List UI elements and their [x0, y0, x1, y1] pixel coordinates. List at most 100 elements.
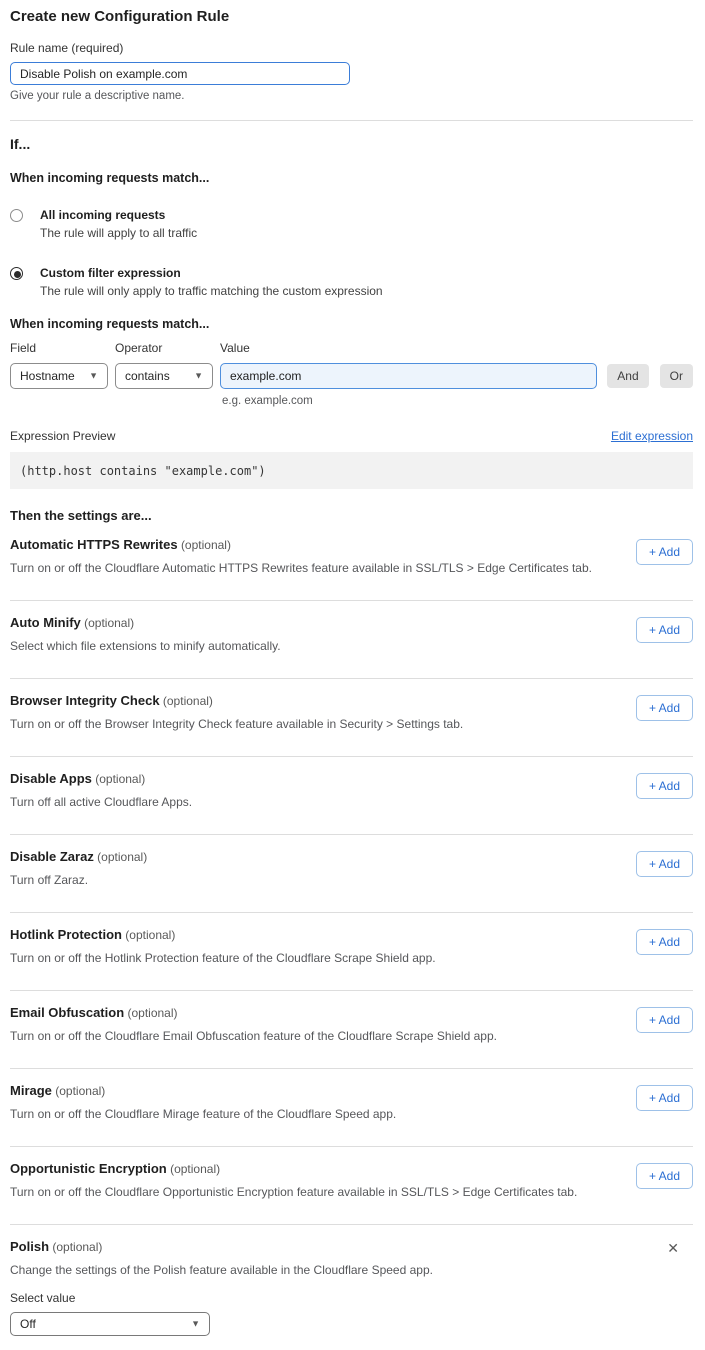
add-button[interactable]: + Add — [636, 851, 693, 877]
setting-optional-tag: (optional) — [84, 616, 134, 630]
setting-title-line: Opportunistic Encryption (optional) — [10, 1161, 693, 1176]
expression-preview-code: (http.host contains "example.com") — [10, 452, 693, 489]
setting-optional-tag: (optional) — [127, 1006, 177, 1020]
rule-name-input[interactable] — [10, 62, 350, 85]
setting-title-line: Browser Integrity Check (optional) — [10, 693, 693, 708]
and-button[interactable]: And — [607, 364, 648, 388]
setting-row: Opportunistic Encryption (optional) Turn… — [10, 1147, 693, 1225]
setting-optional-tag: (optional) — [170, 1162, 220, 1176]
setting-description: Turn on or off the Cloudflare Opportunis… — [10, 1185, 693, 1199]
add-button[interactable]: + Add — [636, 695, 693, 721]
value-label: Value — [220, 341, 597, 355]
setting-row: Disable Zaraz (optional) Turn off Zaraz.… — [10, 835, 693, 913]
setting-optional-tag: (optional) — [125, 928, 175, 942]
add-button[interactable]: + Add — [636, 1085, 693, 1111]
setting-description: Turn on or off the Cloudflare Mirage fea… — [10, 1107, 693, 1121]
setting-optional-tag: (optional) — [163, 694, 213, 708]
operator-label: Operator — [115, 341, 213, 355]
or-button[interactable]: Or — [660, 364, 693, 388]
radio-label: All incoming requests — [40, 208, 197, 222]
setting-title: Automatic HTTPS Rewrites — [10, 537, 178, 552]
value-help-text: e.g. example.com — [222, 395, 693, 407]
setting-optional-tag: (optional) — [97, 850, 147, 864]
operator-select[interactable]: contains ▼ — [115, 363, 213, 389]
setting-title: Disable Zaraz — [10, 849, 94, 864]
edit-expression-link[interactable]: Edit expression — [611, 429, 693, 443]
field-label: Field — [10, 341, 108, 355]
setting-description: Change the settings of the Polish featur… — [10, 1263, 693, 1277]
setting-title: Mirage — [10, 1083, 52, 1098]
setting-optional-tag: (optional) — [95, 772, 145, 786]
setting-title-line: Email Obfuscation (optional) — [10, 1005, 693, 1020]
setting-title: Email Obfuscation — [10, 1005, 124, 1020]
setting-title: Opportunistic Encryption — [10, 1161, 167, 1176]
select-value-label: Select value — [10, 1291, 693, 1305]
setting-description: Turn on or off the Cloudflare Automatic … — [10, 561, 693, 575]
chevron-down-icon: ▼ — [194, 370, 203, 380]
expression-preview-label: Expression Preview — [10, 429, 115, 443]
setting-description: Turn on or off the Cloudflare Email Obfu… — [10, 1029, 693, 1043]
then-settings-heading: Then the settings are... — [10, 508, 693, 523]
setting-title: Auto Minify — [10, 615, 81, 630]
if-heading: If... — [10, 136, 693, 152]
setting-title-line: Disable Apps (optional) — [10, 771, 693, 786]
field-select-value: Hostname — [20, 369, 75, 383]
close-icon[interactable]: ✕ — [667, 1241, 679, 1255]
incoming-requests-match-label: When incoming requests match... — [10, 171, 693, 185]
radio-all-incoming-requests[interactable]: All incoming requests The rule will appl… — [10, 208, 693, 240]
add-button[interactable]: + Add — [636, 539, 693, 565]
polish-select-value: Off — [20, 1317, 36, 1331]
setting-description: Select which file extensions to minify a… — [10, 639, 693, 653]
setting-optional-tag: (optional) — [181, 538, 231, 552]
expression-builder-match-label: When incoming requests match... — [10, 317, 693, 331]
section-divider — [10, 120, 693, 121]
setting-title: Hotlink Protection — [10, 927, 122, 942]
setting-title-line: Polish (optional) — [10, 1239, 693, 1254]
radio-label: Custom filter expression — [40, 266, 383, 280]
setting-title: Polish — [10, 1239, 49, 1254]
setting-title-line: Disable Zaraz (optional) — [10, 849, 693, 864]
setting-row: Automatic HTTPS Rewrites (optional) Turn… — [10, 523, 693, 601]
setting-row: Hotlink Protection (optional) Turn on or… — [10, 913, 693, 991]
radio-custom-filter-expression[interactable]: Custom filter expression The rule will o… — [10, 266, 693, 298]
chevron-down-icon: ▼ — [89, 370, 98, 380]
setting-title: Disable Apps — [10, 771, 92, 786]
operator-select-value: contains — [125, 369, 170, 383]
expression-builder-row: Field Hostname ▼ Operator contains ▼ Val… — [10, 341, 693, 389]
field-select[interactable]: Hostname ▼ — [10, 363, 108, 389]
setting-row: Browser Integrity Check (optional) Turn … — [10, 679, 693, 757]
setting-row: Disable Apps (optional) Turn off all act… — [10, 757, 693, 835]
setting-optional-tag: (optional) — [52, 1240, 102, 1254]
setting-title: Browser Integrity Check — [10, 693, 160, 708]
setting-title-line: Mirage (optional) — [10, 1083, 693, 1098]
setting-row: Mirage (optional) Turn on or off the Clo… — [10, 1069, 693, 1147]
radio-description: The rule will apply to all traffic — [40, 226, 197, 240]
setting-optional-tag: (optional) — [55, 1084, 105, 1098]
setting-row: Email Obfuscation (optional) Turn on or … — [10, 991, 693, 1069]
setting-title-line: Auto Minify (optional) — [10, 615, 693, 630]
setting-description: Turn off all active Cloudflare Apps. — [10, 795, 693, 809]
add-button[interactable]: + Add — [636, 773, 693, 799]
setting-description: Turn on or off the Hotlink Protection fe… — [10, 951, 693, 965]
setting-title-line: Automatic HTTPS Rewrites (optional) — [10, 537, 693, 552]
add-button[interactable]: + Add — [636, 929, 693, 955]
page-title: Create new Configuration Rule — [10, 8, 693, 25]
add-button[interactable]: + Add — [636, 617, 693, 643]
settings-list: Automatic HTTPS Rewrites (optional) Turn… — [10, 523, 693, 1225]
value-input[interactable] — [220, 363, 597, 389]
radio-button[interactable] — [10, 209, 23, 222]
radio-description: The rule will only apply to traffic matc… — [40, 284, 383, 298]
create-configuration-rule-form: Create new Configuration Rule Rule name … — [0, 0, 705, 1350]
setting-row: Auto Minify (optional) Select which file… — [10, 601, 693, 679]
radio-button[interactable] — [10, 267, 23, 280]
setting-description: Turn off Zaraz. — [10, 873, 693, 887]
add-button[interactable]: + Add — [636, 1163, 693, 1189]
add-button[interactable]: + Add — [636, 1007, 693, 1033]
setting-row-polish: Polish (optional) ✕ Change the settings … — [10, 1225, 693, 1350]
setting-title-line: Hotlink Protection (optional) — [10, 927, 693, 942]
rule-name-help: Give your rule a descriptive name. — [10, 90, 693, 102]
setting-description: Turn on or off the Browser Integrity Che… — [10, 717, 693, 731]
rule-name-label: Rule name (required) — [10, 41, 693, 55]
polish-value-select[interactable]: Off ▼ — [10, 1312, 210, 1336]
chevron-down-icon: ▼ — [191, 1318, 200, 1328]
